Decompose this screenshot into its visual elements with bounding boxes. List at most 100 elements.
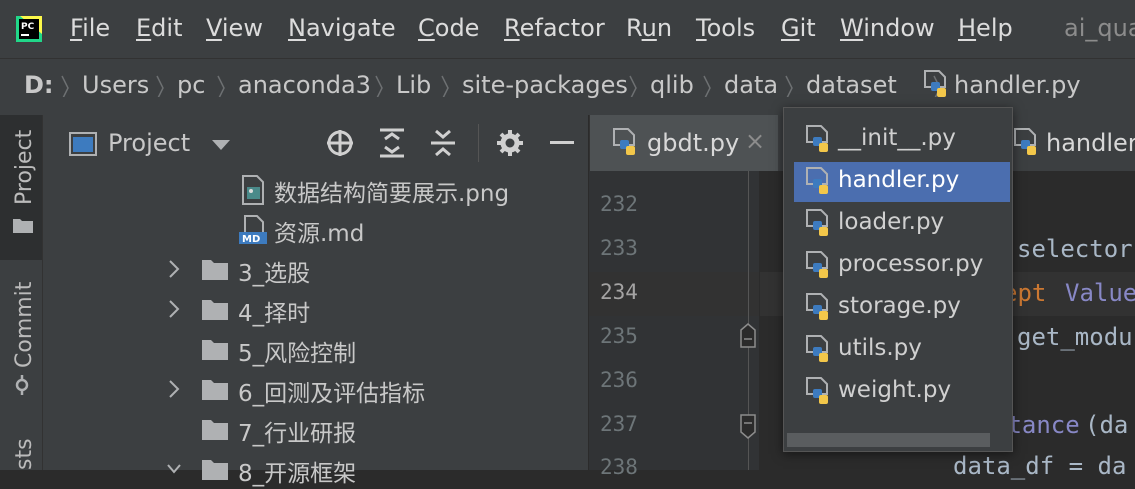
popup-file-item[interactable]: weight.py <box>794 372 1010 412</box>
fold-marker-icon[interactable] <box>738 413 758 441</box>
python-file-icon <box>806 377 828 404</box>
project-panel-title[interactable]: Project <box>108 129 190 157</box>
breadcrumb-item[interactable]: Lib <box>396 71 431 99</box>
commit-icon <box>15 375 29 395</box>
menu-item[interactable]: View <box>206 14 263 42</box>
gear-icon[interactable] <box>496 129 524 157</box>
structure-tool-label[interactable]: sts <box>12 438 37 470</box>
line-number: 232 <box>600 192 638 216</box>
popup-file-label: utils.py <box>838 335 922 361</box>
breadcrumb-item[interactable]: data <box>724 71 778 99</box>
tree-item[interactable]: 6_回测及评估指标 <box>43 369 588 409</box>
tree-item[interactable]: 数据结构简要展示.png <box>43 169 588 209</box>
project-tool-label[interactable]: Project <box>12 130 37 205</box>
tree-item[interactable]: 8_开源框架 <box>43 449 588 489</box>
breadcrumb-item[interactable]: qlib <box>650 71 694 99</box>
tree-item-label: 7_行业研报 <box>238 421 357 447</box>
chevron-right-icon[interactable] <box>167 379 181 399</box>
line-number: 236 <box>600 368 638 392</box>
python-file-icon <box>806 251 828 278</box>
popup-file-item[interactable]: processor.py <box>794 246 1010 286</box>
popup-file-item[interactable]: loader.py <box>794 204 1010 244</box>
breadcrumb-separator-icon <box>61 75 69 97</box>
commit-tool-label[interactable]: Commit <box>12 282 37 368</box>
breadcrumb-item[interactable]: dataset <box>806 71 897 99</box>
python-file-icon <box>806 293 828 320</box>
menu-item[interactable]: Edit <box>136 14 182 42</box>
popup-file-item[interactable]: __init__.py <box>794 120 1010 160</box>
tree-item[interactable]: MD 资源.md <box>43 209 588 249</box>
breadcrumb-item[interactable]: Users <box>82 71 149 99</box>
menu-item[interactable]: Git <box>781 14 816 42</box>
menu-item[interactable]: Help <box>958 14 1013 42</box>
project-view-icon <box>69 132 97 156</box>
toolbar-divider <box>478 124 479 162</box>
tree-item[interactable]: 3_选股 <box>43 249 588 289</box>
expand-all-icon[interactable] <box>379 127 405 159</box>
markdown-file-icon: MD <box>239 215 267 245</box>
breadcrumb-separator-icon <box>703 75 711 97</box>
popup-file-label: weight.py <box>838 377 952 403</box>
close-icon[interactable]: × <box>745 127 765 155</box>
popup-file-label: loader.py <box>838 209 945 235</box>
folder-icon <box>202 260 228 280</box>
chevron-right-icon[interactable] <box>167 299 181 319</box>
breadcrumb-item[interactable]: pc <box>177 71 205 99</box>
breadcrumb-item[interactable]: site-packages <box>462 71 628 99</box>
popup-scrollbar[interactable] <box>787 433 990 447</box>
line-number: 237 <box>600 412 638 436</box>
breadcrumb-separator-icon <box>441 75 449 97</box>
python-file-icon <box>806 125 828 152</box>
python-file-icon <box>806 209 828 236</box>
menu-item[interactable]: Navigate <box>288 14 396 42</box>
python-file-icon <box>1014 128 1036 155</box>
chevron-right-icon[interactable] <box>167 259 181 279</box>
breadcrumb-item[interactable]: handler.py <box>954 71 1081 99</box>
tree-item[interactable]: 4_择时 <box>43 289 588 329</box>
line-number: 235 <box>600 324 638 348</box>
tree-item[interactable]: 5_风险控制 <box>43 329 588 369</box>
breadcrumb-separator-icon <box>375 75 383 97</box>
tree-item-label: 3_选股 <box>238 261 311 287</box>
tree-item-label: 8_开源框架 <box>238 461 357 487</box>
menu-item[interactable]: File <box>70 14 110 42</box>
chevron-down-icon[interactable] <box>211 139 231 151</box>
popup-file-item[interactable]: utils.py <box>794 330 1010 370</box>
breadcrumb-separator-icon <box>785 75 793 97</box>
folder-icon <box>13 219 33 233</box>
menu-item[interactable]: Run <box>626 14 672 42</box>
tab-gbdt-label[interactable]: gbdt.py <box>647 129 739 157</box>
breadcrumb-separator-icon <box>217 75 225 97</box>
code-line-237-args: (da <box>1085 411 1129 439</box>
tree-item[interactable]: 7_行业研报 <box>43 409 588 449</box>
popup-file-item[interactable]: storage.py <box>794 288 1010 328</box>
locate-icon[interactable] <box>325 128 355 158</box>
line-number: 238 <box>600 455 638 479</box>
python-file-icon <box>613 128 635 155</box>
tree-item-label: 资源.md <box>274 221 365 247</box>
fold-marker-icon[interactable] <box>738 322 758 350</box>
pycharm-logo[interactable]: PC <box>14 14 44 44</box>
tree-item-label: 数据结构简要展示.png <box>274 181 510 207</box>
breadcrumb-item[interactable]: D: <box>24 71 54 99</box>
python-file-icon <box>806 167 828 194</box>
popup-file-item[interactable]: handler.py <box>794 162 1010 202</box>
minimize-icon[interactable] <box>550 141 574 144</box>
tab-handler-label[interactable]: handler.py <box>1046 129 1135 157</box>
code-line-233: selector <box>1017 235 1133 263</box>
line-number: 234 <box>600 280 638 304</box>
line-number: 233 <box>600 236 638 260</box>
md-badge: MD <box>242 234 260 245</box>
chevron-down-icon[interactable] <box>167 459 181 479</box>
code-line-234-class: Value <box>1065 279 1135 307</box>
folder-icon <box>202 340 228 360</box>
collapse-all-icon[interactable] <box>430 127 456 159</box>
popup-file-label: processor.py <box>838 251 984 277</box>
popup-file-label: __init__.py <box>838 125 956 151</box>
folder-icon <box>202 460 228 480</box>
menu-item[interactable]: Refactor <box>504 14 605 42</box>
menu-item[interactable]: Tools <box>696 14 755 42</box>
menu-item[interactable]: Window <box>840 14 935 42</box>
breadcrumb-item[interactable]: anaconda3 <box>238 71 371 99</box>
menu-item[interactable]: Code <box>418 14 479 42</box>
